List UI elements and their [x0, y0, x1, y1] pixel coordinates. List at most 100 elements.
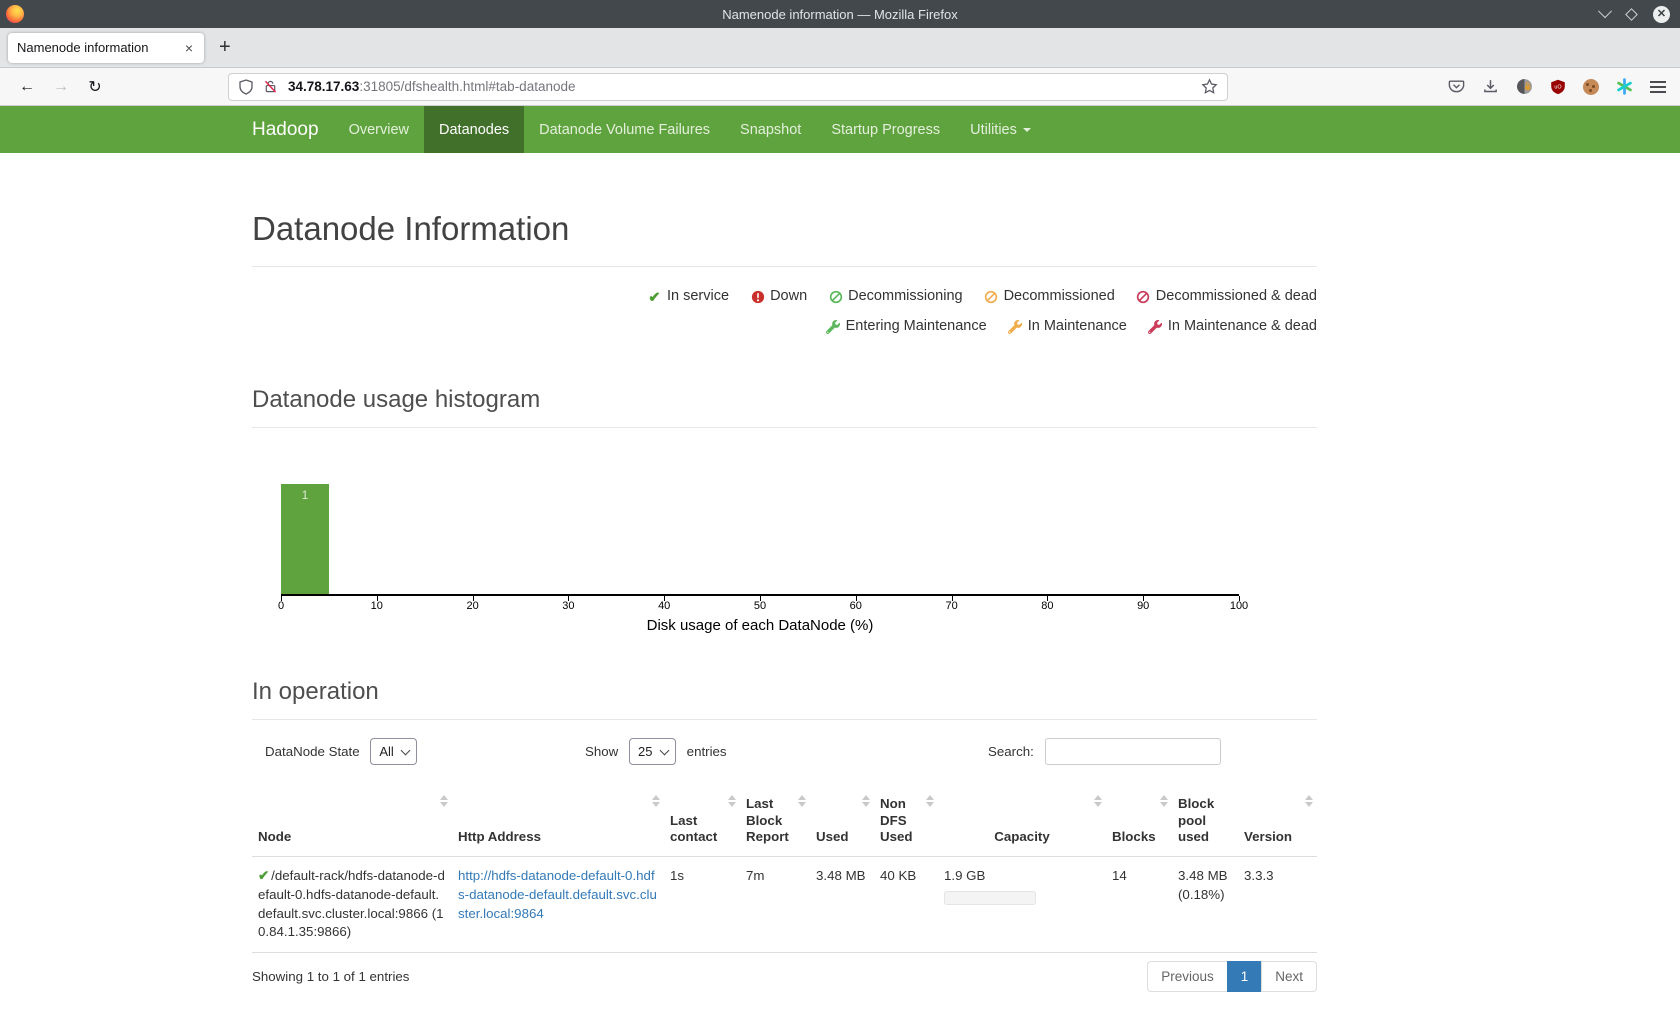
pocket-icon[interactable] [1448, 78, 1465, 95]
legend-label: Entering Maintenance [846, 318, 987, 334]
url-bar[interactable]: 34.78.17.63:31805/dfshealth.html#tab-dat… [228, 73, 1228, 101]
sort-icon[interactable] [440, 795, 448, 807]
datanode-state-select[interactable]: All [370, 738, 417, 765]
reload-button[interactable]: ↻ [78, 77, 112, 97]
legend-item-decommissioning: Decommissioning [827, 282, 962, 312]
ban-icon [983, 284, 1000, 312]
url-host: 34.78.17.63 [288, 79, 359, 94]
nav-items: OverviewDatanodesDatanode Volume Failure… [334, 106, 1046, 153]
sort-icon[interactable] [798, 795, 806, 807]
broken-lock-icon[interactable] [263, 79, 278, 94]
bar-value-label: 1 [302, 488, 309, 502]
privacy-extension-icon[interactable] [1516, 78, 1533, 95]
table-row: ✔/default-rack/hdfs-datanode-default-0.h… [252, 856, 1317, 953]
legend-row-1: ✔In serviceDownDecommissioningDecommissi… [252, 282, 1317, 312]
sort-icon[interactable] [926, 795, 934, 807]
search-input[interactable] [1045, 738, 1221, 765]
sort-icon[interactable] [1305, 795, 1313, 807]
cookie-extension-icon[interactable] [1583, 79, 1599, 95]
asterisk-extension-icon[interactable] [1616, 78, 1633, 95]
column-header-http-address[interactable]: Http Address [452, 788, 664, 856]
column-header-last-contact[interactable]: Last contact [664, 788, 740, 856]
pagination: Previous 1 Next [1147, 961, 1317, 992]
x-tick-label: 70 [945, 600, 957, 612]
column-header-label: Version [1244, 829, 1292, 844]
column-header-label: Node [258, 829, 291, 844]
ublock-shield-icon[interactable]: uO [1550, 79, 1566, 95]
bookmark-star-icon[interactable] [1201, 78, 1218, 95]
wrench-icon [1007, 314, 1024, 342]
maximize-icon[interactable] [1625, 8, 1638, 21]
x-tick-label: 0 [278, 600, 284, 612]
histogram-heading: Datanode usage histogram [252, 386, 1317, 414]
previous-page-button[interactable]: Previous [1147, 961, 1228, 992]
column-header-version[interactable]: Version [1238, 788, 1317, 856]
nav-item-startup-progress[interactable]: Startup Progress [816, 106, 955, 153]
column-header-node[interactable]: Node [252, 788, 452, 856]
http-address-link[interactable]: http://hdfs-datanode-default-0.hdfs-data… [458, 868, 657, 921]
column-header-blocks[interactable]: Blocks [1106, 788, 1172, 856]
caret-down-icon [1023, 128, 1031, 132]
column-header-label: Used [816, 829, 849, 844]
sort-icon[interactable] [728, 795, 736, 807]
url-text[interactable]: 34.78.17.63:31805/dfshealth.html#tab-dat… [288, 79, 1201, 94]
browser-tab[interactable]: Namenode information × [8, 33, 204, 63]
legend-label: In service [667, 288, 729, 304]
x-tick-label: 20 [466, 600, 478, 612]
nav-item-snapshot[interactable]: Snapshot [725, 106, 816, 153]
legend-label: Decommissioning [848, 288, 962, 304]
tab-bar: Namenode information × + [0, 28, 1680, 68]
window-menu-chevron-icon[interactable] [1598, 4, 1612, 18]
x-tick-label: 80 [1041, 600, 1053, 612]
histogram-bar: 1 [281, 484, 329, 594]
tab-title: Namenode information [17, 40, 183, 55]
sort-icon[interactable] [1160, 795, 1168, 807]
nav-item-datanode-volume-failures[interactable]: Datanode Volume Failures [524, 106, 725, 153]
column-header-label: Blocks [1112, 829, 1156, 844]
new-tab-button[interactable]: + [219, 36, 231, 59]
sort-icon[interactable] [1094, 795, 1102, 807]
download-icon[interactable] [1482, 78, 1499, 95]
legend-item-decommissioned-dead: Decommissioned & dead [1135, 282, 1317, 312]
column-header-used[interactable]: Used [810, 788, 874, 856]
column-header-label: Http Address [458, 829, 541, 844]
tab-close-icon[interactable]: × [183, 40, 195, 56]
back-button[interactable]: ← [10, 78, 44, 96]
hadoop-brand[interactable]: Hadoop [252, 106, 319, 153]
column-header-non-dfs-used[interactable]: Non DFS Used [874, 788, 938, 856]
firefox-logo-icon [6, 5, 24, 23]
search-label: Search: [988, 744, 1034, 759]
show-entries-select[interactable]: 25 [629, 738, 676, 765]
down-circle-icon [749, 284, 766, 312]
legend-item-down: Down [749, 282, 807, 312]
legend-label: Decommissioned & dead [1156, 288, 1317, 304]
shield-icon[interactable] [238, 79, 254, 95]
forward-button[interactable]: → [44, 78, 78, 96]
window-close-icon[interactable]: ✕ [1653, 6, 1670, 23]
in-service-check-icon: ✔ [258, 868, 269, 883]
sort-icon[interactable] [652, 795, 660, 807]
column-header-last-block-report[interactable]: Last Block Report [740, 788, 810, 856]
next-page-button[interactable]: Next [1261, 961, 1317, 992]
nav-item-datanodes[interactable]: Datanodes [424, 106, 524, 153]
table-controls: DataNode State All Show 25 entries Searc… [252, 732, 1317, 776]
page-title: Datanode Information [252, 210, 1317, 248]
legend-row-2: Entering MaintenanceIn MaintenanceIn Mai… [252, 312, 1317, 342]
version-cell: 3.3.3 [1238, 856, 1317, 953]
menu-hamburger-icon[interactable] [1650, 81, 1666, 93]
sort-icon[interactable] [862, 795, 870, 807]
window-titlebar: Namenode information — Mozilla Firefox ✕ [0, 0, 1680, 28]
nav-item-utilities[interactable]: Utilities [955, 106, 1046, 153]
capacity-cell: 1.9 GB [938, 856, 1106, 953]
showing-entries-text: Showing 1 to 1 of 1 entries [252, 969, 409, 984]
column-header-label: Non DFS Used [880, 796, 913, 844]
last-block-report-cell: 7m [740, 856, 810, 953]
datanode-usage-histogram: 1 0102030405060708090100 Disk usage of e… [252, 428, 1317, 634]
column-header-capacity[interactable]: Capacity [938, 788, 1106, 856]
nav-item-overview[interactable]: Overview [334, 106, 424, 153]
window-title: Namenode information — Mozilla Firefox [0, 7, 1680, 22]
page-1-button[interactable]: 1 [1227, 961, 1263, 992]
show-label: Show [585, 744, 618, 759]
column-header-block-pool-used[interactable]: Block pool used [1172, 788, 1238, 856]
legend-item-decommissioned: Decommissioned [983, 282, 1115, 312]
